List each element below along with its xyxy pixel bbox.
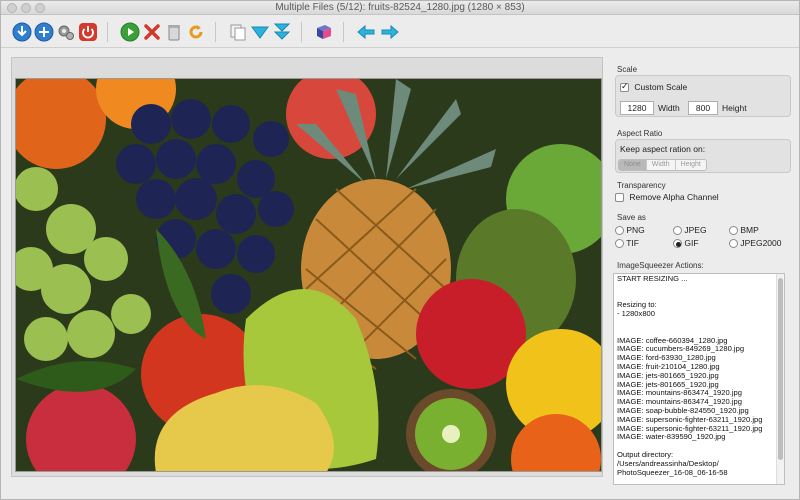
saveas-section-label: Save as bbox=[617, 213, 646, 222]
aspect-option-none[interactable]: None bbox=[619, 160, 647, 170]
custom-scale-checkbox[interactable]: Custom Scale bbox=[620, 81, 688, 93]
format-radio-gif[interactable]: GIF bbox=[673, 238, 699, 249]
book-icon[interactable] bbox=[313, 21, 335, 43]
toolbar-separator bbox=[107, 22, 108, 42]
play-icon[interactable] bbox=[119, 21, 141, 43]
aspect-option-height[interactable]: Height bbox=[675, 160, 706, 170]
format-label: TIF bbox=[626, 238, 639, 248]
forward-arrow-icon[interactable] bbox=[379, 21, 401, 43]
format-radio-jpeg[interactable]: JPEG bbox=[673, 225, 707, 236]
aspect-section-label: Aspect Ratio bbox=[617, 129, 663, 138]
transparency-section-label: Transparency bbox=[617, 181, 666, 190]
log-line: IMAGE: water-839590_1920.jpg bbox=[617, 432, 726, 442]
remove-alpha-checkbox[interactable]: Remove Alpha Channel bbox=[615, 192, 719, 203]
delete-icon[interactable] bbox=[163, 21, 185, 43]
format-label: BMP bbox=[740, 225, 759, 235]
format-label: JPEG bbox=[684, 225, 707, 235]
scale-section-label: Scale bbox=[617, 65, 638, 74]
image-preview[interactable] bbox=[15, 78, 602, 472]
double-down-arrow-icon[interactable] bbox=[271, 21, 293, 43]
power-icon[interactable] bbox=[77, 21, 99, 43]
radio-icon bbox=[729, 239, 738, 249]
copy-icon[interactable] bbox=[227, 21, 249, 43]
toolbar bbox=[1, 16, 799, 48]
cancel-icon[interactable] bbox=[141, 21, 163, 43]
log-line: - 1280x800 bbox=[617, 309, 655, 319]
radio-icon bbox=[673, 239, 682, 249]
height-label: Height bbox=[722, 103, 747, 113]
window-title: Multiple Files (5/12): fruits-82524_1280… bbox=[275, 2, 525, 13]
radio-icon bbox=[615, 226, 624, 236]
transparency-box: Remove Alpha Channel bbox=[615, 191, 791, 205]
scroll-thumb[interactable] bbox=[778, 278, 783, 460]
gears-icon[interactable] bbox=[55, 21, 77, 43]
actions-section-label: ImageSqueezer Actions: bbox=[617, 261, 704, 270]
actions-log[interactable]: START RESIZING ... Resizing to: - 1280x800… bbox=[613, 273, 785, 485]
checkbox-icon bbox=[615, 193, 624, 203]
format-label: PNG bbox=[626, 225, 645, 235]
custom-scale-label: Custom Scale bbox=[634, 82, 688, 92]
title-bar: Multiple Files (5/12): fruits-82524_1280… bbox=[1, 1, 799, 15]
aspect-option-width[interactable]: Width bbox=[646, 160, 676, 170]
format-label: GIF bbox=[684, 238, 699, 248]
refresh-icon[interactable] bbox=[185, 21, 207, 43]
settings-panel: Scale Custom Scale 1280 Width 800 Height… bbox=[609, 53, 795, 493]
format-radio-jpeg2000[interactable]: JPEG2000 bbox=[729, 238, 782, 249]
log-line: START RESIZING ... bbox=[617, 274, 688, 283]
format-radio-bmp[interactable]: BMP bbox=[729, 225, 759, 236]
log-scrollbar[interactable] bbox=[776, 274, 784, 484]
width-field[interactable]: 1280 bbox=[620, 101, 654, 115]
format-radio-tif[interactable]: TIF bbox=[615, 238, 639, 249]
height-field[interactable]: 800 bbox=[688, 101, 718, 115]
down-arrow-icon[interactable] bbox=[249, 21, 271, 43]
width-label: Width bbox=[658, 103, 680, 113]
aspect-segmented-control: None Width Height bbox=[618, 159, 707, 171]
aspect-box: Keep aspect ration on: None Width Height bbox=[615, 139, 791, 173]
toolbar-separator bbox=[215, 22, 216, 42]
upload-icon[interactable] bbox=[33, 21, 55, 43]
checkbox-icon bbox=[620, 81, 629, 93]
toolbar-separator bbox=[301, 22, 302, 42]
format-label: JPEG2000 bbox=[740, 238, 782, 248]
radio-icon bbox=[673, 226, 682, 236]
keep-aspect-label: Keep aspect ration on: bbox=[620, 144, 706, 154]
saveas-box: PNG JPEG BMP TIF GIF JPEG2000 bbox=[615, 223, 791, 253]
back-arrow-icon[interactable] bbox=[355, 21, 377, 43]
log-line: PhotoSqueezer_16-08_06-16-58 bbox=[617, 467, 728, 477]
remove-alpha-label: Remove Alpha Channel bbox=[629, 192, 719, 202]
log-text: START RESIZING ... Resizing to: - 1280x800… bbox=[617, 274, 775, 477]
scale-box: Custom Scale 1280 Width 800 Height bbox=[615, 75, 791, 117]
radio-icon bbox=[615, 239, 624, 249]
app-window: Multiple Files (5/12): fruits-82524_1280… bbox=[0, 0, 800, 500]
toolbar-separator bbox=[343, 22, 344, 42]
radio-icon bbox=[729, 226, 738, 236]
format-radio-png[interactable]: PNG bbox=[615, 225, 645, 236]
fruit-photo bbox=[16, 79, 601, 471]
download-icon[interactable] bbox=[11, 21, 33, 43]
